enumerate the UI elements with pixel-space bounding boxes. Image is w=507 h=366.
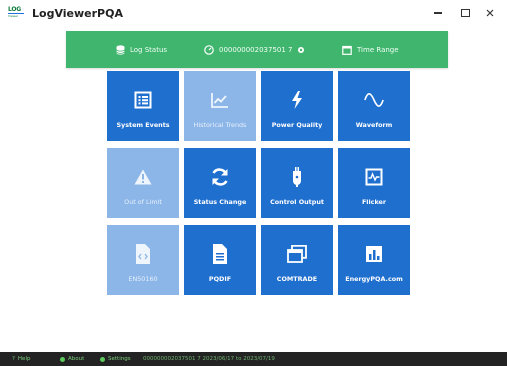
title-bar: LOG Viewer LogViewerPQA xyxy=(0,0,507,26)
footer-bar: ? Help About Settings 000000002037501 7 … xyxy=(0,352,507,366)
tile-out-of-limit[interactable]: Out of Limit xyxy=(107,148,179,218)
logo-text-bottom: Viewer xyxy=(8,13,24,18)
tile-energypqa[interactable]: EnergyPQA.com xyxy=(338,225,410,295)
tile-flicker[interactable]: Flicker xyxy=(338,148,410,218)
maximize-button[interactable] xyxy=(456,5,474,21)
log-status-label: Log Status xyxy=(130,45,168,54)
warning-icon xyxy=(133,167,153,187)
bar-chart-icon xyxy=(364,244,384,264)
list-icon xyxy=(133,90,153,110)
tile-control-output[interactable]: Control Output xyxy=(261,148,333,218)
refresh-icon xyxy=(210,167,230,187)
tile-label: Status Change xyxy=(193,198,247,206)
tile-power-quality[interactable]: Power Quality xyxy=(261,71,333,141)
tile-label: COMTRADE xyxy=(276,275,318,283)
window-copy-icon xyxy=(287,244,307,264)
tile-label: Out of Limit xyxy=(124,198,162,206)
database-icon xyxy=(116,44,125,55)
plug-icon xyxy=(287,167,307,187)
device-id[interactable]: 000000002037501 7 xyxy=(204,31,305,68)
minimize-icon xyxy=(434,12,442,14)
minimize-button[interactable] xyxy=(429,5,447,21)
close-icon xyxy=(486,9,494,17)
document-icon xyxy=(210,244,230,264)
footer-info-text: 000000002037501 7 2023/06/17 to 2023/07/… xyxy=(143,356,275,362)
tile-label: Flicker xyxy=(361,198,387,206)
tile-label: Waveform xyxy=(355,121,393,129)
time-range-button[interactable]: Time Range xyxy=(342,31,399,68)
settings-label: Settings xyxy=(108,356,131,362)
maximize-icon xyxy=(460,9,470,17)
tile-en50160[interactable]: EN50160 xyxy=(107,225,179,295)
tile-label: EnergyPQA.com xyxy=(345,275,403,283)
settings-link[interactable]: Settings xyxy=(100,356,131,362)
device-id-text: 000000002037501 7 xyxy=(219,45,293,54)
about-icon xyxy=(60,356,65,362)
help-label: Help xyxy=(17,356,31,362)
tile-label: EN50160 xyxy=(128,275,158,283)
tile-label: Power Quality xyxy=(271,121,323,129)
tile-waveform[interactable]: Waveform xyxy=(338,71,410,141)
status-bar: Log Status 000000002037501 7 Time Range xyxy=(66,31,448,68)
tile-label: PQDIF xyxy=(208,275,232,283)
calendar-icon xyxy=(342,45,352,55)
logo-text-top: LOG xyxy=(8,6,22,13)
close-button[interactable] xyxy=(481,5,499,21)
tile-label: System Events xyxy=(116,121,170,129)
app-logo: LOG Viewer xyxy=(8,6,24,20)
about-label: About xyxy=(68,356,85,362)
flicker-icon xyxy=(364,167,384,187)
code-file-icon xyxy=(133,244,153,264)
tile-system-events[interactable]: System Events xyxy=(107,71,179,141)
window-title: LogViewerPQA xyxy=(32,7,123,20)
gauge-icon xyxy=(204,44,214,55)
settings-gear-icon xyxy=(298,46,305,53)
tile-label: Control Output xyxy=(270,198,324,206)
help-link[interactable]: ? Help xyxy=(12,356,30,362)
help-icon: ? xyxy=(12,356,15,362)
sine-wave-icon xyxy=(364,90,384,110)
settings-icon xyxy=(100,356,105,362)
log-status-button[interactable]: Log Status xyxy=(116,31,167,68)
trend-chart-icon xyxy=(210,90,230,110)
tile-comtrade[interactable]: COMTRADE xyxy=(261,225,333,295)
time-range-label: Time Range xyxy=(357,45,399,54)
lightning-icon xyxy=(287,90,307,110)
tile-label: Historical Trends xyxy=(193,121,247,129)
tile-historical-trends[interactable]: Historical Trends xyxy=(184,71,256,141)
about-link[interactable]: About xyxy=(60,356,84,362)
tile-status-change[interactable]: Status Change xyxy=(184,148,256,218)
tile-pqdif[interactable]: PQDIF xyxy=(184,225,256,295)
